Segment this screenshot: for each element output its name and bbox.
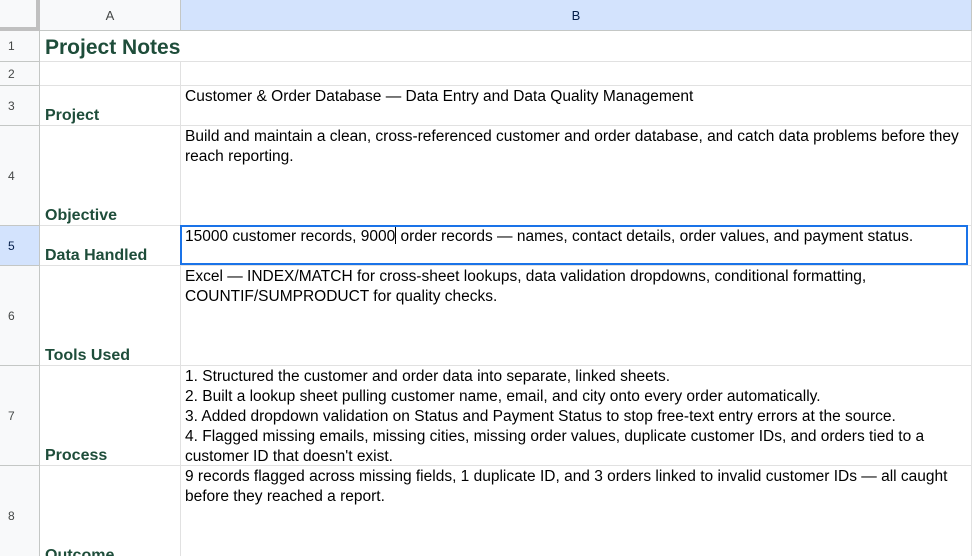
cell-b7[interactable]: 1. Structured the customer and order dat… bbox=[181, 366, 972, 466]
row-header-3[interactable]: 3 bbox=[0, 86, 40, 126]
label-project: Project bbox=[45, 107, 100, 124]
cell-a2[interactable] bbox=[40, 62, 181, 86]
cell-b6[interactable]: Excel — INDEX/MATCH for cross-sheet look… bbox=[181, 266, 972, 366]
value-process: 1. Structured the customer and order dat… bbox=[185, 368, 925, 465]
row-header-1[interactable]: 1 bbox=[0, 31, 40, 62]
cell-a3[interactable]: Project bbox=[40, 86, 181, 126]
column-header-b[interactable]: B bbox=[181, 0, 972, 31]
value-outcome: 9 records flagged across missing fields,… bbox=[185, 468, 952, 505]
spreadsheet-grid: A B 1 2 3 4 5 6 7 8 Project Notes Projec… bbox=[0, 0, 972, 556]
page-title: Project Notes bbox=[45, 36, 181, 59]
row-header-2[interactable]: 2 bbox=[0, 62, 40, 86]
label-objective: Objective bbox=[45, 207, 118, 224]
row-header-4[interactable]: 4 bbox=[0, 126, 40, 226]
value-objective: Build and maintain a clean, cross-refere… bbox=[185, 128, 964, 165]
label-process: Process bbox=[45, 447, 108, 464]
label-data-handled: Data Handled bbox=[45, 247, 148, 264]
cell-a5[interactable]: Data Handled bbox=[40, 226, 181, 266]
value-data-handled-part2: order records — names, contact details, … bbox=[396, 228, 914, 245]
cell-a8[interactable]: Outcome bbox=[40, 466, 181, 556]
label-tools-used: Tools Used bbox=[45, 347, 131, 364]
value-tools-used: Excel — INDEX/MATCH for cross-sheet look… bbox=[185, 268, 871, 305]
cell-b2[interactable] bbox=[181, 62, 972, 86]
cell-b5[interactable]: 15000 customer records, 9000 order recor… bbox=[181, 226, 972, 266]
column-header-a[interactable]: A bbox=[40, 0, 181, 31]
cell-a1[interactable]: Project Notes bbox=[40, 31, 181, 62]
cell-b4[interactable]: Build and maintain a clean, cross-refere… bbox=[181, 126, 972, 226]
row-header-8[interactable]: 8 bbox=[0, 466, 40, 556]
row-header-6[interactable]: 6 bbox=[0, 266, 40, 366]
value-data-handled-part1: 15000 customer records, 9000 bbox=[185, 228, 396, 245]
cell-a4[interactable]: Objective bbox=[40, 126, 181, 226]
cell-a6[interactable]: Tools Used bbox=[40, 266, 181, 366]
value-data-handled[interactable]: 15000 customer records, 9000 order recor… bbox=[185, 227, 967, 247]
row-header-5[interactable]: 5 bbox=[0, 226, 40, 266]
value-project: Customer & Order Database — Data Entry a… bbox=[185, 88, 694, 105]
cell-b8[interactable]: 9 records flagged across missing fields,… bbox=[181, 466, 972, 556]
row-header-7[interactable]: 7 bbox=[0, 366, 40, 466]
cell-b1[interactable] bbox=[181, 31, 972, 62]
select-all-corner[interactable] bbox=[0, 0, 40, 31]
label-outcome: Outcome bbox=[45, 547, 115, 556]
cell-a7[interactable]: Process bbox=[40, 366, 181, 466]
cell-b3[interactable]: Customer & Order Database — Data Entry a… bbox=[181, 86, 972, 126]
